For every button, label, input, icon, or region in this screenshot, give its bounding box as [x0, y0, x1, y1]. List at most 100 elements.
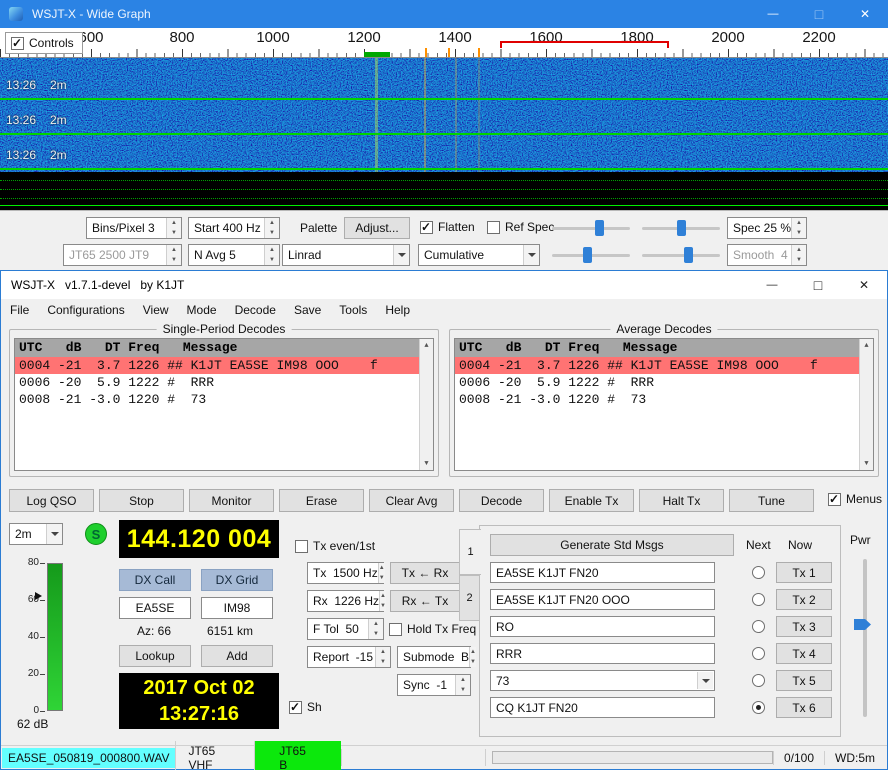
spin-up-icon[interactable] — [265, 218, 279, 228]
maximize-icon[interactable] — [795, 271, 841, 299]
add-button[interactable]: Add — [201, 645, 273, 667]
jt65-jt9-split-spinner[interactable]: JT65 2500 JT9 — [63, 244, 182, 266]
spin-up-icon[interactable] — [470, 647, 476, 657]
spin-up-icon[interactable] — [379, 563, 385, 573]
waterfall-zero-slider[interactable] — [642, 219, 720, 237]
hold-tx-freq-checkbox[interactable]: Hold Tx Freq — [389, 622, 476, 636]
scrollbar[interactable] — [859, 339, 873, 470]
spin-down-icon[interactable] — [792, 228, 806, 238]
tx-even-checkbox[interactable]: Tx even/1st — [295, 539, 375, 553]
rx-to-tx-button[interactable]: Rx ← Tx — [390, 590, 460, 612]
dx-call-button[interactable]: DX Call — [119, 569, 191, 591]
tx-message-2-field[interactable]: EA5SE K1JT FN20 OOO — [490, 589, 715, 610]
tx-message-1-field[interactable]: EA5SE K1JT FN20 — [490, 562, 715, 583]
slider-handle[interactable] — [595, 220, 604, 236]
slider-handle[interactable] — [684, 247, 693, 263]
menu-mode[interactable]: Mode — [178, 300, 226, 320]
log-qso-button[interactable]: Log QSO — [9, 489, 94, 512]
next-radio-5[interactable] — [752, 674, 765, 687]
main-titlebar[interactable]: WSJT-X v1.7.1-devel by K1JT — [1, 271, 887, 299]
pwr-slider-handle[interactable] — [854, 619, 871, 630]
decode-row[interactable]: 0004 -21 3.7 1226 ## K1JT EA5SE IM98 OOO… — [15, 357, 433, 374]
checkbox-icon[interactable] — [295, 540, 308, 553]
spin-up-icon[interactable] — [167, 245, 181, 255]
checkbox-icon[interactable] — [389, 623, 402, 636]
frequency-scale[interactable]: Controls 600 800 1000 1200 1400 1600 180… — [0, 28, 888, 58]
spin-up-icon[interactable] — [456, 675, 470, 685]
tx-4-button[interactable]: Tx 4 — [776, 643, 832, 664]
spin-up-icon[interactable] — [369, 619, 383, 629]
spectrum-type-combo[interactable]: Cumulative — [418, 244, 540, 266]
scrollbar-up-icon[interactable] — [420, 339, 433, 352]
wide-graph-titlebar[interactable]: WSJT-X - Wide Graph — [0, 0, 888, 28]
dx-grid-button[interactable]: DX Grid — [201, 569, 273, 591]
menu-help[interactable]: Help — [376, 300, 419, 320]
slider-handle[interactable] — [677, 220, 686, 236]
spec-percent-spinner[interactable]: Spec 25 % — [727, 217, 807, 239]
spin-down-icon[interactable] — [380, 601, 386, 611]
menu-configurations[interactable]: Configurations — [38, 300, 133, 320]
submode-spinner[interactable]: Submode B — [397, 646, 471, 668]
tx-message-5-combo[interactable]: 73 — [490, 670, 715, 691]
single-decodes-list[interactable]: UTC dB DT Freq Message 0004 -21 3.7 1226… — [14, 338, 434, 471]
decode-button[interactable]: Decode — [459, 489, 544, 512]
scrollbar-up-icon[interactable] — [860, 339, 873, 352]
tx-2-button[interactable]: Tx 2 — [776, 589, 832, 610]
spin-down-icon[interactable] — [379, 573, 385, 583]
dropdown-arrow-icon[interactable] — [46, 524, 62, 544]
generate-std-msgs-button[interactable]: Generate Std Msgs — [490, 534, 734, 556]
tx-1-button[interactable]: Tx 1 — [776, 562, 832, 583]
tab-2[interactable]: 2 — [459, 575, 480, 621]
next-radio-3[interactable] — [752, 620, 765, 633]
checkbox-icon[interactable] — [289, 701, 302, 714]
checkbox-icon[interactable] — [487, 221, 500, 234]
checkbox-icon[interactable] — [11, 37, 24, 50]
minimize-icon[interactable] — [749, 271, 795, 299]
dropdown-arrow-icon[interactable] — [697, 672, 713, 689]
start-freq-spinner[interactable]: Start 400 Hz — [188, 217, 280, 239]
spin-down-icon[interactable] — [167, 228, 181, 238]
band-combo[interactable]: 2m — [9, 523, 63, 545]
palette-combo[interactable]: Linrad — [282, 244, 410, 266]
checkbox-icon[interactable] — [420, 221, 433, 234]
menu-save[interactable]: Save — [285, 300, 330, 320]
bins-per-pixel-spinner[interactable]: Bins/Pixel 3 — [86, 217, 182, 239]
spin-down-icon[interactable] — [792, 255, 806, 265]
tx-to-rx-button[interactable]: Tx ← Rx — [390, 562, 460, 584]
spin-down-icon[interactable] — [470, 657, 476, 667]
spectrum-zero-slider[interactable] — [642, 246, 720, 264]
tx-message-6-field[interactable]: CQ K1JT FN20 — [490, 697, 715, 718]
spin-up-icon[interactable] — [792, 245, 806, 255]
scrollbar-down-icon[interactable] — [860, 457, 873, 470]
spin-down-icon[interactable] — [369, 629, 383, 639]
spin-up-icon[interactable] — [265, 245, 279, 255]
monitor-button[interactable]: Monitor — [189, 489, 274, 512]
average-decodes-list[interactable]: UTC dB DT Freq Message 0004 -21 3.7 1226… — [454, 338, 874, 471]
report-spinner[interactable]: Report -15 — [307, 646, 391, 668]
minimize-icon[interactable] — [750, 0, 796, 28]
smooth-spinner[interactable]: Smooth 4 — [727, 244, 807, 266]
dropdown-arrow-icon[interactable] — [523, 245, 539, 265]
enable-tx-button[interactable]: Enable Tx — [549, 489, 634, 512]
maximize-icon[interactable] — [796, 0, 842, 28]
spin-up-icon[interactable] — [792, 218, 806, 228]
next-radio-2[interactable] — [752, 593, 765, 606]
spin-down-icon[interactable] — [265, 255, 279, 265]
n-avg-spinner[interactable]: N Avg 5 — [188, 244, 280, 266]
flatten-checkbox[interactable]: Flatten — [420, 220, 475, 234]
decode-row[interactable]: 0008 -21 -3.0 1220 # 73 — [455, 391, 873, 408]
tx-message-3-field[interactable]: RO — [490, 616, 715, 637]
scrollbar[interactable] — [419, 339, 433, 470]
adjust-palette-button[interactable]: Adjust... — [344, 217, 410, 239]
tx-freq-spinner[interactable]: Tx 1500 Hz — [307, 562, 384, 584]
menus-checkbox[interactable]: Menus — [828, 492, 882, 506]
clear-avg-button[interactable]: Clear Avg — [369, 489, 454, 512]
dx-grid-field[interactable]: IM98 — [201, 597, 273, 619]
waterfall-gain-slider[interactable] — [552, 219, 630, 237]
spectrum-gain-slider[interactable] — [552, 246, 630, 264]
spin-up-icon[interactable] — [376, 647, 390, 657]
next-radio-1[interactable] — [752, 566, 765, 579]
spin-down-icon[interactable] — [376, 657, 390, 667]
next-radio-6[interactable] — [752, 701, 765, 714]
erase-button[interactable]: Erase — [279, 489, 364, 512]
